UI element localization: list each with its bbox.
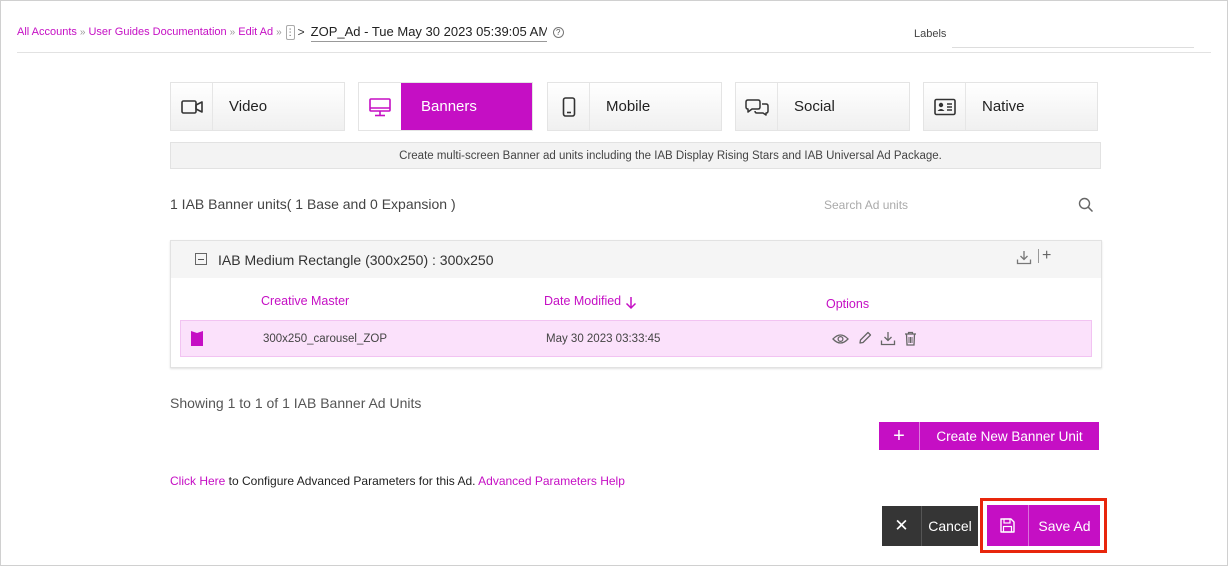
header-action-divider (1038, 249, 1039, 263)
creative-name[interactable]: 300x250_carousel_ZOP (263, 333, 387, 345)
plus-icon: + (879, 422, 920, 450)
tab-native[interactable]: Native (923, 82, 1098, 131)
advanced-parameters-line: Click Here to Configure Advanced Paramet… (170, 474, 625, 488)
column-header-creative-master[interactable]: Creative Master (261, 294, 349, 308)
units-summary: 1 IAB Banner units( 1 Base and 0 Expansi… (170, 196, 456, 212)
mobile-icon (548, 83, 590, 130)
configure-advanced-link[interactable]: Click Here (170, 474, 225, 488)
download-icon[interactable] (880, 331, 896, 351)
date-modified: May 30 2023 03:33:45 (546, 333, 661, 345)
eye-icon[interactable] (832, 332, 849, 350)
tab-label: Mobile (606, 98, 651, 115)
kebab-menu-icon[interactable]: ⋮ (285, 24, 295, 40)
column-header-options: Options (826, 297, 870, 311)
tab-label: Video (229, 98, 268, 115)
pagination-summary: Showing 1 to 1 of 1 IAB Banner Ad Units (170, 395, 422, 411)
breadcrumb-all-accounts[interactable]: All Accounts (17, 26, 77, 38)
cancel-label: Cancel (928, 518, 972, 534)
id-card-icon (924, 83, 966, 130)
labels-label: Labels (914, 28, 947, 40)
tab-mobile[interactable]: Mobile (547, 82, 722, 131)
tab-banners[interactable]: Banners (358, 82, 533, 131)
breadcrumb-edit-ad[interactable]: Edit Ad (238, 26, 273, 38)
sort-arrow-down-icon[interactable] (625, 296, 637, 315)
monitor-icon (359, 83, 401, 130)
tab-label: Banners (401, 83, 532, 130)
cancel-button[interactable]: ✕ Cancel (882, 506, 978, 546)
download-icon[interactable] (1016, 250, 1032, 270)
ad-name-input[interactable] (310, 22, 547, 42)
breadcrumb-separator: » (229, 26, 236, 38)
trash-icon[interactable] (904, 331, 917, 351)
edit-pencil-icon[interactable] (858, 331, 872, 350)
tab-social[interactable]: Social (735, 82, 910, 131)
save-ad-button[interactable]: Save Ad (987, 505, 1100, 546)
video-icon (171, 83, 213, 130)
add-unit-icon[interactable]: + (1042, 248, 1051, 264)
ad-unit-title: IAB Medium Rectangle (300x250) : 300x250 (218, 252, 494, 268)
create-button-label: Create New Banner Unit (936, 428, 1083, 444)
tab-video[interactable]: Video (170, 82, 345, 131)
collapse-icon[interactable] (195, 253, 207, 265)
help-icon[interactable]: ? (552, 26, 564, 38)
tab-label: Social (794, 98, 835, 115)
create-new-banner-unit-button[interactable]: + Create New Banner Unit (879, 422, 1099, 450)
breadcrumb: All Accounts » User Guides Documentation… (17, 22, 564, 42)
save-ad-label: Save Ad (1038, 517, 1091, 534)
breadcrumb-arrow: > (297, 25, 305, 39)
banner-file-icon (191, 331, 203, 351)
advanced-help-link[interactable]: Advanced Parameters Help (478, 474, 625, 488)
floppy-disk-icon (987, 505, 1029, 546)
header-divider (17, 52, 1211, 53)
labels-input[interactable] (952, 26, 1194, 48)
tab-label: Native (982, 98, 1025, 115)
search-input[interactable] (824, 196, 1074, 214)
search-icon[interactable] (1078, 197, 1094, 218)
advanced-text: to Configure Advanced Parameters for thi… (225, 474, 479, 488)
breadcrumb-separator: » (276, 26, 282, 38)
breadcrumb-user-guides[interactable]: User Guides Documentation (88, 26, 226, 38)
tab-description: Create multi-screen Banner ad units incl… (170, 142, 1101, 169)
column-header-date-modified[interactable]: Date Modified (544, 294, 621, 308)
close-icon: ✕ (882, 506, 922, 546)
chat-bubbles-icon (736, 83, 778, 130)
breadcrumb-separator: » (79, 26, 86, 38)
